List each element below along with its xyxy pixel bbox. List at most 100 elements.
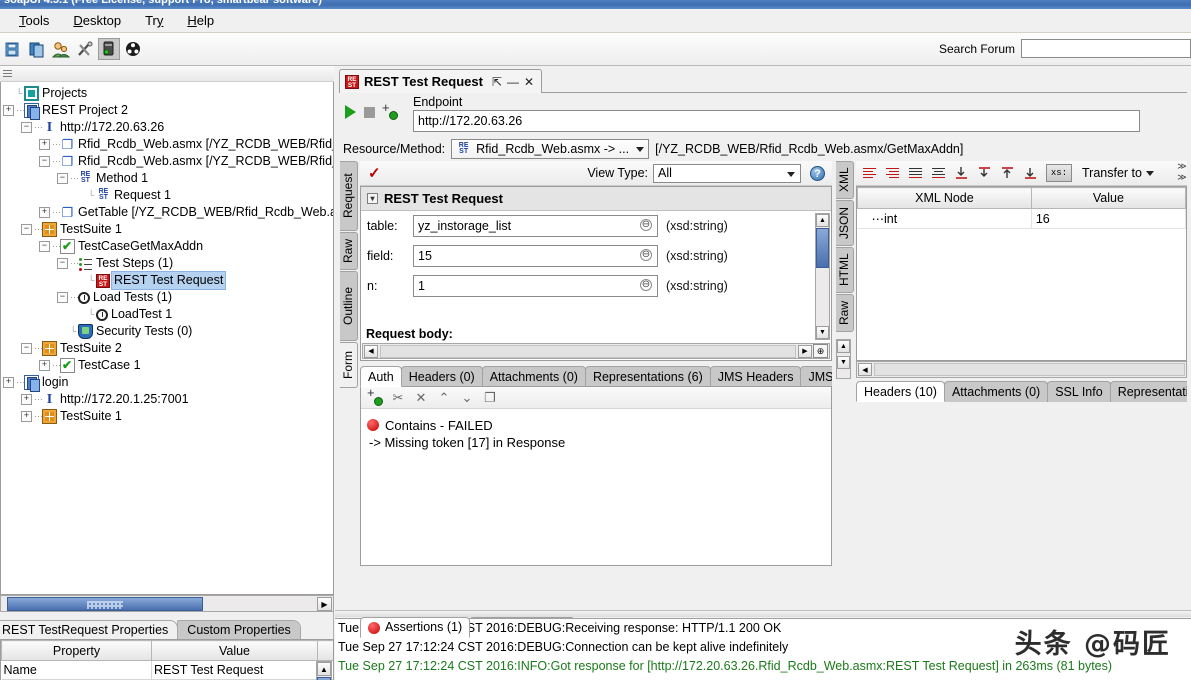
form-horizontal-scrollbar[interactable]: ◀ ▶ ⊕ xyxy=(362,343,830,359)
endpoint-input[interactable] xyxy=(413,110,1140,132)
transfer-to-menu[interactable]: Transfer to xyxy=(1082,166,1154,180)
scroll-right-arrow[interactable]: ▶ xyxy=(798,344,812,358)
request-vtab-raw[interactable]: Raw xyxy=(340,232,358,270)
tree-node[interactable]: − ⋯ TestSuite 2 xyxy=(3,340,333,357)
run-icon[interactable] xyxy=(345,105,356,119)
move-up-icon[interactable] xyxy=(1000,166,1017,181)
remove-value-icon[interactable]: ⊖ xyxy=(640,249,652,261)
bottom-tab-assertions-1[interactable]: Assertions (1) xyxy=(360,617,471,638)
tree-collapse-icon[interactable]: − xyxy=(21,343,32,354)
tree-node[interactable]: +⋯ TestCase 1 xyxy=(3,357,333,374)
tree-collapse-icon[interactable]: − xyxy=(21,224,32,235)
tree-expand-icon[interactable]: + xyxy=(21,394,32,405)
scrollbar-thumb[interactable] xyxy=(7,597,203,611)
tree-node[interactable]: − ⋯ TestSuite 1 xyxy=(3,221,333,238)
tree-node[interactable]: −⋯ TestCaseGetMaxAddn xyxy=(3,238,333,255)
chevron-down-icon[interactable] xyxy=(1145,170,1154,176)
xsd-button[interactable]: xs: xyxy=(1046,164,1072,182)
globe-icon[interactable] xyxy=(122,38,144,60)
align-right-icon[interactable] xyxy=(885,166,902,181)
move-down-icon[interactable] xyxy=(1023,166,1040,181)
align-justify-icon[interactable] xyxy=(908,166,925,181)
tree-node[interactable]: − ⋯ ❐ Rfid_Rcdb_Web.asmx [/YZ_RCDB_WEB/Rfid… xyxy=(3,153,333,170)
request-tab-jms[interactable]: JMS xyxy=(800,366,832,387)
panel-collapse-arrows[interactable]: ≫ ≫ xyxy=(1177,161,1187,221)
project-tree[interactable]: └ Projects + ⋯ REST Project 2− ⋯ Ihttp://172.2… xyxy=(0,82,334,595)
tree-node[interactable]: └ RE ST REST Test Request xyxy=(3,271,333,290)
remove-value-icon[interactable]: ⊖ xyxy=(640,219,652,231)
tree-collapse-icon[interactable]: − xyxy=(57,292,68,303)
add-endpoint-icon[interactable] xyxy=(382,100,398,120)
tree-expand-icon[interactable]: + xyxy=(21,411,32,422)
form-field-input[interactable] xyxy=(413,275,658,297)
property-value-cell[interactable]: REST Test Request xyxy=(151,660,318,680)
tree-node[interactable]: + ⋯ ❐ Rfid_Rcdb_Web.asmx [/YZ_RCDB_WEB/Rfid… xyxy=(3,136,333,153)
tree-node[interactable]: └ RE ST Request 1 xyxy=(3,187,333,204)
properties-table[interactable]: Property Value NameREST Test RequestDesc… xyxy=(0,639,334,680)
tree-node[interactable]: + ⋯ REST Project 2 xyxy=(3,102,333,120)
scroll-left-arrow[interactable]: ◀ xyxy=(364,344,378,358)
request-tab-auth[interactable]: Auth xyxy=(360,366,402,387)
scroll-up-arrow[interactable]: ▲ xyxy=(317,662,331,676)
scroll-down-arrow[interactable]: ▼ xyxy=(837,356,850,369)
response-tabs-scroll[interactable]: ▲ ▼ xyxy=(836,339,851,379)
add-assertion-icon[interactable] xyxy=(367,385,383,406)
tree-expand-icon[interactable]: + xyxy=(39,139,50,150)
server-icon[interactable] xyxy=(98,38,120,60)
request-view-tabs[interactable]: Request Raw Outline Form xyxy=(339,161,359,388)
tree-expand-icon[interactable]: + xyxy=(3,377,14,388)
delete-icon[interactable]: ✕ xyxy=(414,390,428,406)
copy-projects-icon[interactable] xyxy=(26,38,48,60)
help-icon[interactable]: ? xyxy=(810,165,825,181)
menu-try[interactable]: Try xyxy=(134,10,174,31)
table-row[interactable]: Name REST Test Request xyxy=(1,660,333,680)
chevron-down-icon[interactable] xyxy=(787,171,795,177)
response-view-tabs[interactable]: XML JSON HTML Raw xyxy=(835,161,855,361)
menu-tools[interactable]: Tools xyxy=(8,10,60,31)
tree-node[interactable]: − ⋯ Test Steps (1) xyxy=(3,255,333,272)
tree-node[interactable]: + ⋯ TestSuite 1 xyxy=(3,408,333,425)
request-vtab-request[interactable]: Request xyxy=(340,161,358,231)
request-tabs[interactable]: Auth Headers (0) Attachments (0) Representa… xyxy=(360,363,832,387)
menu-desktop[interactable]: Desktop xyxy=(62,10,132,31)
tree-node[interactable]: └ LoadTest 1 xyxy=(3,306,333,323)
tree-node[interactable]: └ Security Tests (0) xyxy=(3,323,333,340)
tree-node[interactable]: + ⋯ Ihttp://172.20.1.25:7001 xyxy=(3,391,333,408)
menu-help[interactable]: Help xyxy=(176,10,225,31)
collapse-toggle-icon[interactable]: ▾ xyxy=(367,193,378,204)
scrollbar-thumb[interactable] xyxy=(816,228,829,268)
tree-collapse-icon[interactable]: − xyxy=(57,173,68,184)
validate-icon[interactable]: ✓ xyxy=(368,164,381,182)
accounts-icon[interactable] xyxy=(50,38,72,60)
move-down-icon[interactable]: ⌄ xyxy=(460,390,474,406)
properties-vertical-scrollbar[interactable]: ▲ xyxy=(316,661,332,680)
tab-rest-testrequest-properties[interactable]: REST TestRequest Properties xyxy=(0,620,179,639)
move-up-icon[interactable]: ⌃ xyxy=(437,390,451,406)
remove-value-icon[interactable]: ⊖ xyxy=(640,279,652,291)
resource-method-combo[interactable]: RE ST Rfid_Rcdb_Web.asmx -> ... xyxy=(451,139,650,159)
clone-icon[interactable]: ❐ xyxy=(483,390,497,406)
maximize-icon[interactable]: ⇱ xyxy=(492,75,502,89)
scroll-up-arrow[interactable]: ▲ xyxy=(816,214,829,227)
tree-node[interactable]: + ⋯ login xyxy=(3,374,333,392)
request-tab-representations-6[interactable]: Representations (6) xyxy=(584,366,711,387)
insert-bottom-icon[interactable] xyxy=(954,166,971,181)
tree-node[interactable]: − ⋯ Ihttp://172.20.63.26 xyxy=(3,119,333,136)
response-vtab-json[interactable]: JSON xyxy=(836,200,854,246)
tree-collapse-icon[interactable]: − xyxy=(39,156,50,167)
tree-node[interactable]: + ⋯ ❐ GetTable [/YZ_RCDB_WEB/Rfid_Rcdb_Web.… xyxy=(3,204,333,221)
assertion-list[interactable]: Contains - FAILED -> Missing token [17] i… xyxy=(361,409,831,455)
log-splitter[interactable] xyxy=(335,610,1191,617)
stop-icon[interactable] xyxy=(364,106,375,118)
tree-node[interactable]: − ⋯ Load Tests (1) xyxy=(3,289,333,306)
response-vtab-xml[interactable]: XML xyxy=(836,161,854,199)
response-vtab-raw[interactable]: Raw xyxy=(836,294,854,332)
tree-expand-icon[interactable]: + xyxy=(39,360,50,371)
tree-horizontal-scrollbar[interactable]: ▶ xyxy=(0,595,334,612)
form-field-input[interactable] xyxy=(413,215,658,237)
request-vtab-form[interactable]: Form xyxy=(340,342,358,388)
tree-expand-icon[interactable]: + xyxy=(3,105,14,116)
form-field-input[interactable] xyxy=(413,245,658,267)
collapse-up-icon[interactable]: ≫ xyxy=(1177,161,1187,172)
tree-node[interactable]: └ Projects xyxy=(3,85,333,102)
